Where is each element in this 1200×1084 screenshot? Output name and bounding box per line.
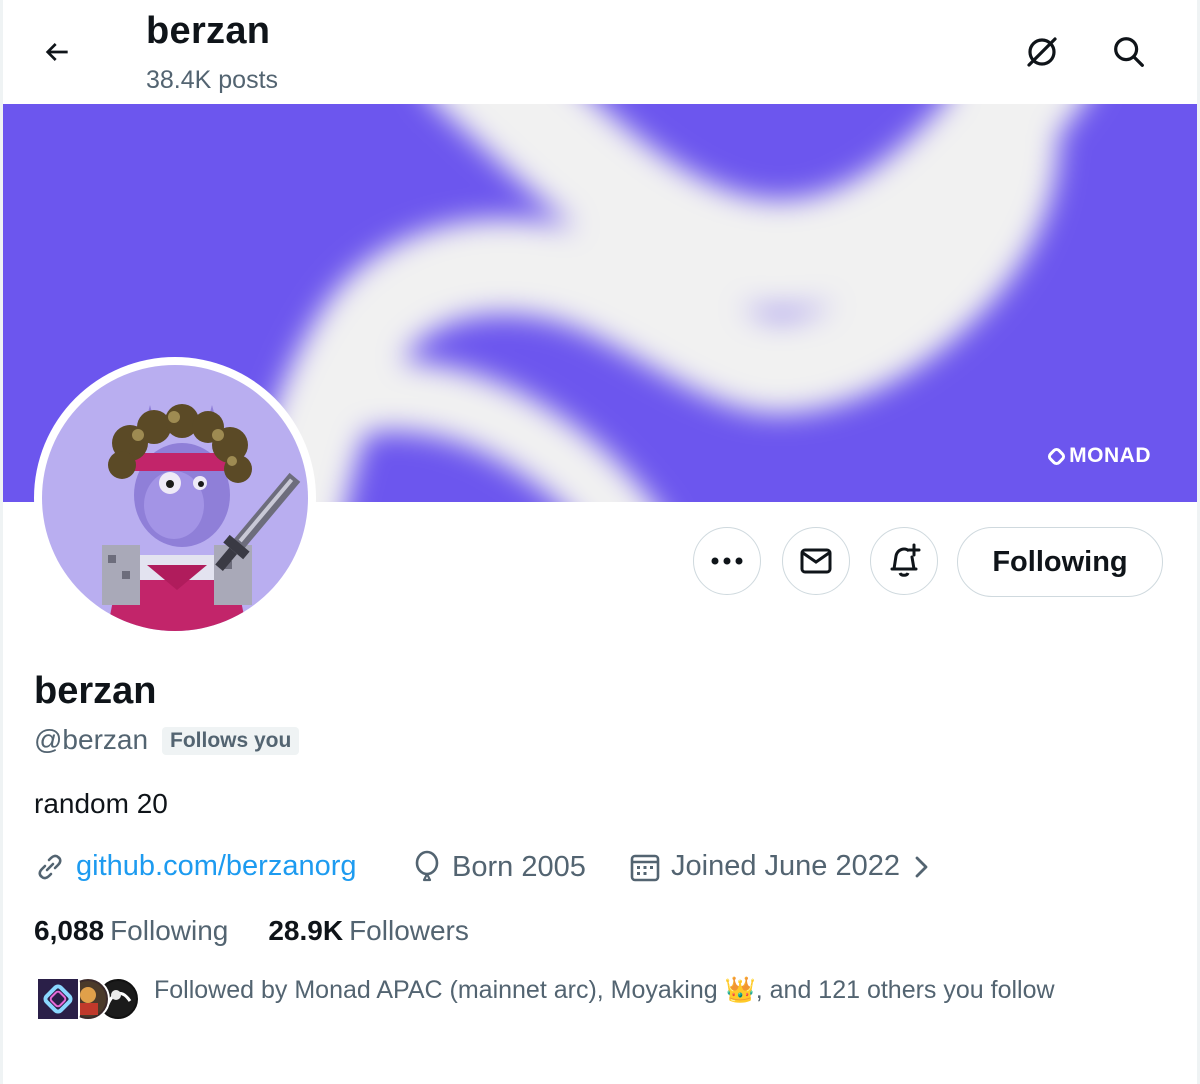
link-icon (38, 854, 62, 879)
profile-header: berzan 38.4K posts (3, 0, 1197, 104)
follows-you-badge: Follows you (162, 727, 300, 755)
more-options-button[interactable] (693, 527, 761, 595)
back-button[interactable] (33, 28, 81, 76)
profile-website: github.com/berzanorg (34, 850, 357, 883)
following-button[interactable]: Following (957, 527, 1163, 597)
mail-icon (800, 548, 832, 574)
back-arrow-icon (45, 43, 68, 61)
header-title: berzan (146, 10, 271, 52)
following-count: 6,088 (34, 915, 105, 946)
banner-brand-mark: MONAD (1046, 444, 1151, 468)
balloon-icon (415, 850, 439, 882)
header-post-count: 38.4K posts (146, 66, 279, 94)
followers-stat[interactable]: 28.9K Followers (268, 915, 469, 947)
profile-bio: random 20 (34, 788, 168, 819)
grok-icon (1027, 37, 1057, 67)
following-label: Following (110, 915, 229, 946)
profile-name: berzan (34, 670, 157, 712)
monad-logo-icon (1046, 445, 1068, 467)
profile-birthday: Born 2005 (412, 850, 586, 884)
profile-stats: 6,088 Following 28.9K Followers (34, 915, 469, 947)
followed-by-text[interactable]: Followed by Monad APAC (mainnet arc), Mo… (154, 976, 1055, 1005)
message-button[interactable] (782, 527, 850, 595)
followers-label: Followers (349, 915, 469, 946)
chevron-right-icon[interactable] (910, 853, 932, 881)
banner-brand-text: MONAD (1069, 444, 1151, 467)
mini-avatar-1 (36, 977, 80, 1021)
notifications-button[interactable] (870, 527, 938, 595)
avatar-image (42, 365, 308, 631)
more-dots-icon (711, 557, 743, 565)
website-link[interactable]: github.com/berzanorg (76, 850, 357, 883)
pixel-character-icon (102, 404, 301, 631)
profile-joined: Joined June 2022 (629, 850, 932, 883)
bell-plus-icon (890, 543, 921, 577)
search-button[interactable] (1103, 26, 1155, 78)
search-icon (1114, 37, 1144, 67)
grok-button[interactable] (1016, 26, 1068, 78)
followers-count: 28.9K (268, 915, 344, 946)
joined-text: Joined June 2022 (671, 850, 900, 882)
following-stat[interactable]: 6,088 Following (34, 915, 228, 947)
followed-by-avatars[interactable] (36, 977, 140, 1022)
profile-handle: @berzan (34, 724, 149, 755)
profile-avatar[interactable] (34, 357, 316, 639)
calendar-icon (630, 854, 660, 881)
monad-apac-logo-icon (38, 979, 78, 1019)
born-text: Born 2005 (452, 850, 586, 883)
